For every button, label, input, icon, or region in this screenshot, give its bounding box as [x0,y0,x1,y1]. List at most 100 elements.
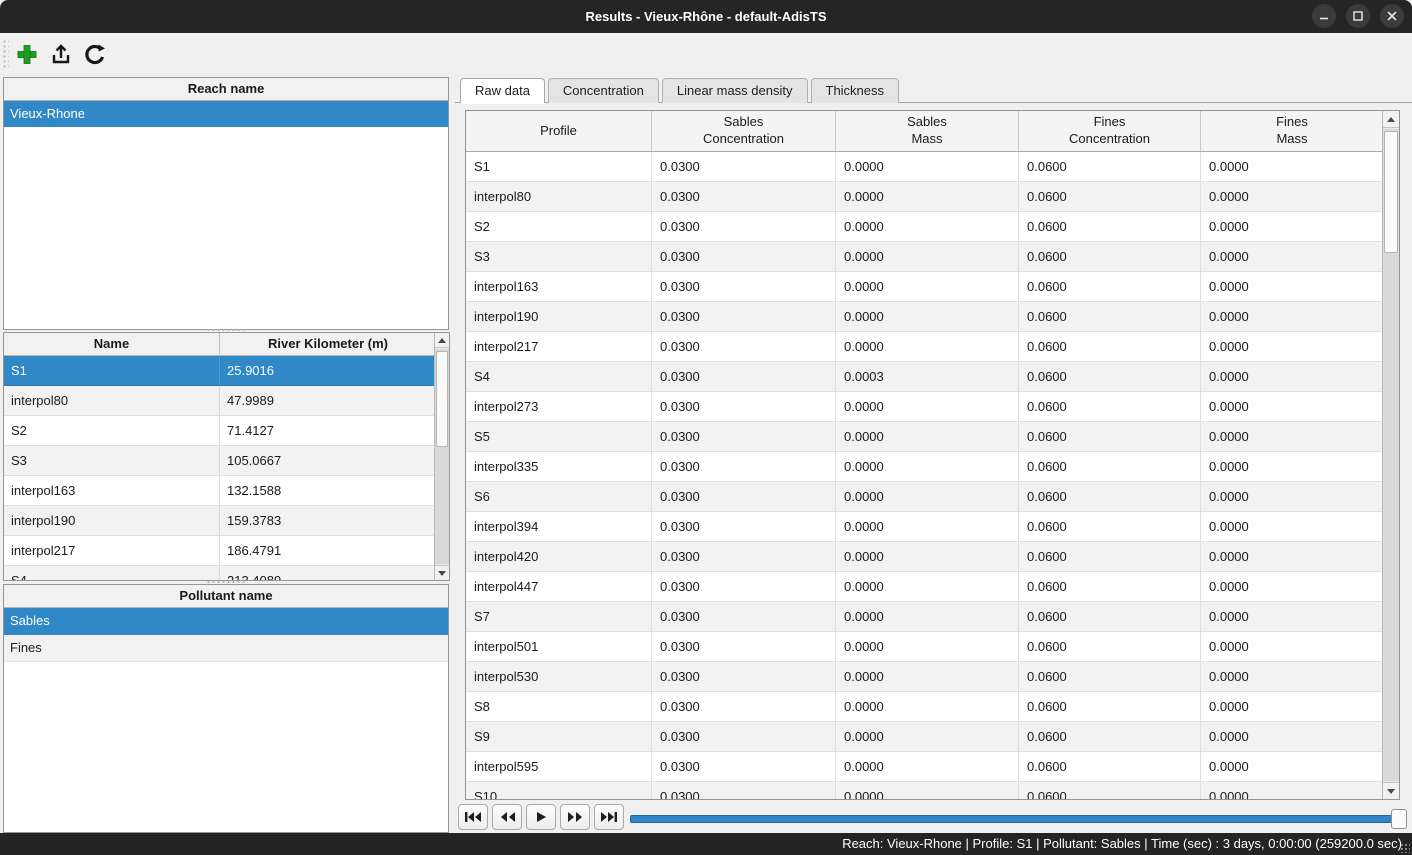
column-header[interactable]: Fines Mass [1201,111,1384,151]
table-row[interactable]: interpol2170.03000.00000.06000.0000 [466,332,1384,362]
table-row[interactable]: interpol5950.03000.00000.06000.0000 [466,752,1384,782]
scroll-up-icon[interactable] [435,333,449,348]
skip-start-button[interactable] [458,804,488,830]
tab-raw-data[interactable]: Raw data [460,78,545,103]
rewind-icon [500,811,515,823]
table-row[interactable]: S10.03000.00000.06000.0000 [466,152,1384,182]
table-row[interactable]: interpol800.03000.00000.06000.0000 [466,182,1384,212]
maximize-icon [1352,10,1364,22]
list-item[interactable]: Vieux-Rhone [4,101,448,127]
cell: 0.0003 [836,362,1019,391]
column-header[interactable]: Fines Concentration [1019,111,1201,151]
export-button[interactable] [45,38,77,70]
table-row[interactable]: interpol1900.03000.00000.06000.0000 [466,302,1384,332]
cell: 0.0300 [652,542,836,571]
table-row[interactable]: S125.9016 [4,356,436,386]
titlebar[interactable]: Results - Vieux-Rhône - default-AdisTS [0,0,1412,33]
cell: 0.0000 [1201,722,1384,751]
rewind-button[interactable] [492,804,522,830]
cell: 159.3783 [220,506,436,535]
table-row[interactable]: S100.03000.00000.06000.0000 [466,782,1384,800]
cell: S1 [4,356,220,385]
pollutant-list-header: Pollutant name [4,585,448,608]
cell: 0.0300 [652,602,836,631]
table-row[interactable]: interpol3940.03000.00000.06000.0000 [466,512,1384,542]
fast-forward-button[interactable] [560,804,590,830]
table-row[interactable]: interpol163132.1588 [4,476,436,506]
table-row[interactable]: S271.4127 [4,416,436,446]
table-row[interactable]: S90.03000.00000.06000.0000 [466,722,1384,752]
list-item[interactable]: Sables [4,608,448,635]
table-row[interactable]: S3105.0667 [4,446,436,476]
resize-grip[interactable] [1400,843,1410,853]
cell: 0.0000 [836,482,1019,511]
cell: interpol190 [4,506,220,535]
cell: 0.0300 [652,182,836,211]
table-row[interactable]: interpol4200.03000.00000.06000.0000 [466,542,1384,572]
minimize-button[interactable] [1312,4,1336,28]
table-row[interactable]: interpol5300.03000.00000.06000.0000 [466,662,1384,692]
table-row[interactable]: interpol2730.03000.00000.06000.0000 [466,392,1384,422]
cell: 0.0600 [1019,572,1201,601]
cell: 0.0000 [1201,212,1384,241]
table-row[interactable]: S20.03000.00000.06000.0000 [466,212,1384,242]
cell: 0.0000 [836,632,1019,661]
cell: 0.0300 [652,482,836,511]
pollutant-list: Pollutant name SablesFines [3,584,449,833]
table-row[interactable]: interpol217186.4791 [4,536,436,566]
skip-end-button[interactable] [594,804,624,830]
tab-thickness[interactable]: Thickness [811,78,900,103]
close-button[interactable] [1380,4,1404,28]
reload-button[interactable] [79,38,111,70]
scroll-down-icon[interactable] [435,565,449,580]
cell: 0.0300 [652,212,836,241]
tab-linear-mass-density[interactable]: Linear mass density [662,78,808,103]
table-row[interactable]: interpol5010.03000.00000.06000.0000 [466,632,1384,662]
scrollbar-thumb[interactable] [436,351,448,447]
table-row[interactable]: interpol190159.3783 [4,506,436,536]
column-header[interactable]: Sables Concentration [652,111,836,151]
tab-concentration[interactable]: Concentration [548,78,659,103]
table-row[interactable]: S30.03000.00000.06000.0000 [466,242,1384,272]
list-item[interactable]: Fines [4,635,448,662]
column-header[interactable]: Profile [466,111,652,151]
cell: 0.0000 [1201,332,1384,361]
cell: 71.4127 [220,416,436,445]
cell: 0.0000 [1201,512,1384,541]
results-scrollbar[interactable] [1382,111,1399,799]
table-row[interactable]: S4213.4089 [4,566,436,581]
table-row[interactable]: S70.03000.00000.06000.0000 [466,602,1384,632]
cell: 0.0600 [1019,152,1201,181]
table-row[interactable]: S60.03000.00000.06000.0000 [466,482,1384,512]
column-header[interactable]: Sables Mass [836,111,1019,151]
column-header-river-kilometer[interactable]: River Kilometer (m) [220,333,436,355]
cell: 47.9989 [220,386,436,415]
cell: interpol163 [4,476,220,505]
table-row[interactable]: interpol3350.03000.00000.06000.0000 [466,452,1384,482]
time-slider-handle[interactable] [1391,809,1407,829]
time-slider-track[interactable] [630,815,1407,823]
scrollbar-thumb[interactable] [1384,131,1398,253]
cell: 0.0600 [1019,272,1201,301]
scroll-down-icon[interactable] [1383,782,1399,799]
time-slider[interactable] [630,809,1407,829]
table-row[interactable]: interpol1630.03000.00000.06000.0000 [466,272,1384,302]
cell: 0.0600 [1019,212,1201,241]
table-row[interactable]: S80.03000.00000.06000.0000 [466,692,1384,722]
table-row[interactable]: interpol4470.03000.00000.06000.0000 [466,572,1384,602]
toolbar-drag-handle[interactable] [2,39,9,69]
play-button[interactable] [526,804,556,830]
table-row[interactable]: S50.03000.00000.06000.0000 [466,422,1384,452]
table-row[interactable]: S40.03000.00030.06000.0000 [466,362,1384,392]
table-row[interactable]: interpol8047.9989 [4,386,436,416]
cell: 0.0000 [1201,542,1384,571]
cell: interpol190 [466,302,652,331]
maximize-button[interactable] [1346,4,1370,28]
cell: 0.0000 [1201,362,1384,391]
add-button[interactable] [11,38,43,70]
cell: 0.0300 [652,152,836,181]
column-header-name[interactable]: Name [4,333,220,355]
cell: 0.0000 [836,782,1019,800]
scroll-up-icon[interactable] [1383,111,1399,128]
profiles-scrollbar[interactable] [434,333,449,580]
